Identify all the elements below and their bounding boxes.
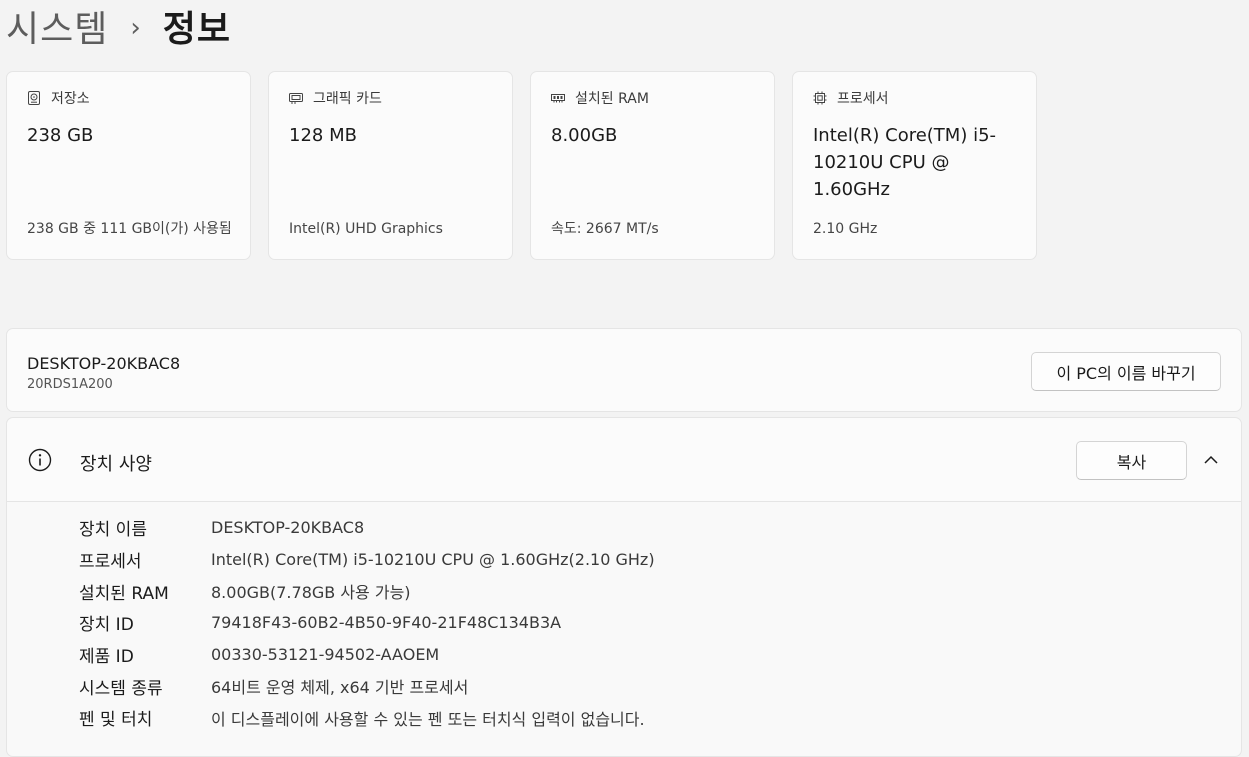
info-icon [28, 448, 52, 472]
spec-value: Intel(R) Core(TM) i5-10210U CPU @ 1.60GH… [211, 550, 655, 570]
page-title: 정보 [162, 9, 232, 50]
chevron-right-icon: › [130, 13, 141, 43]
graphics-card: 그래픽 카드 128 MB Intel(R) UHD Graphics [268, 71, 513, 260]
card-header: 프로세서 [813, 88, 889, 108]
spec-value: DESKTOP-20KBAC8 [211, 518, 365, 538]
device-name-section: DESKTOP-20KBAC8 20RDS1A200 이 PC의 이름 바꾸기 [6, 328, 1242, 412]
rename-pc-button[interactable]: 이 PC의 이름 바꾸기 [1031, 352, 1221, 391]
spec-label: 설치된 RAM [79, 583, 169, 604]
card-title: 그래픽 카드 [313, 91, 382, 107]
card-title: 설치된 RAM [575, 91, 649, 107]
card-header: 설치된 RAM [551, 88, 649, 108]
copy-button[interactable]: 복사 [1076, 441, 1187, 480]
card-subtext: 2.10 GHz [813, 221, 878, 237]
spec-row-installed-ram: 설치된 RAM 8.00GB(7.78GB 사용 가능) [79, 575, 655, 607]
card-title: 프로세서 [837, 91, 889, 107]
spec-label: 장치 ID [79, 615, 134, 636]
spec-row-system-type: 시스템 종류 64비트 운영 체제, x64 기반 프로세서 [79, 670, 655, 702]
processor-card: 프로세서 Intel(R) Core(TM) i5-10210U CPU @ 1… [792, 71, 1037, 260]
card-subtext: Intel(R) UHD Graphics [289, 221, 443, 237]
spec-label: 제품 ID [79, 647, 134, 668]
spec-label: 시스템 종류 [79, 678, 163, 699]
spec-value: 79418F43-60B2-4B50-9F40-21F48C134B3A [211, 613, 562, 633]
breadcrumb: 시스템 › 정보 [6, 2, 231, 50]
card-title: 저장소 [51, 91, 90, 107]
processor-icon [813, 91, 827, 105]
device-specs-header[interactable]: 장치 사양 복사 [7, 418, 1241, 502]
spec-value: 00330-53121-94502-AAOEM [211, 645, 440, 665]
spec-value: 이 디스플레이에 사용할 수 있는 펜 또는 터치식 입력이 없습니다. [211, 709, 645, 729]
card-subtext: 속도: 2667 MT/s [551, 221, 659, 237]
spec-row-device-name: 장치 이름 DESKTOP-20KBAC8 [79, 512, 655, 544]
spec-label: 장치 이름 [79, 520, 147, 541]
spec-value: 8.00GB(7.78GB 사용 가능) [211, 583, 411, 603]
spec-value: 64비트 운영 체제, x64 기반 프로세서 [211, 678, 469, 698]
card-header: 저장소 [27, 88, 90, 108]
spec-label: 프로세서 [79, 552, 142, 573]
spec-row-device-id: 장치 ID 79418F43-60B2-4B50-9F40-21F48C134B… [79, 607, 655, 639]
spec-label: 펜 및 터치 [79, 710, 153, 731]
card-value: 8.00GB [551, 125, 618, 146]
breadcrumb-parent-link[interactable]: 시스템 [6, 0, 108, 52]
ram-card: 설치된 RAM 8.00GB 속도: 2667 MT/s [530, 71, 775, 260]
card-header: 그래픽 카드 [289, 88, 382, 108]
chevron-up-icon[interactable] [1202, 451, 1220, 469]
device-model: 20RDS1A200 [27, 377, 113, 392]
card-value: Intel(R) Core(TM) i5-10210U CPU @ 1.60GH… [813, 125, 997, 200]
device-specs-title: 장치 사양 [80, 454, 152, 475]
spec-row-pen-touch: 펜 및 터치 이 디스플레이에 사용할 수 있는 펜 또는 터치식 입력이 없습… [79, 702, 655, 734]
spec-row-product-id: 제품 ID 00330-53121-94502-AAOEM [79, 639, 655, 671]
ram-icon [551, 94, 565, 103]
device-name: DESKTOP-20KBAC8 [27, 354, 181, 373]
card-value: 238 GB [27, 125, 94, 146]
spec-list: 장치 이름 DESKTOP-20KBAC8 프로세서 Intel(R) Core… [79, 512, 655, 734]
storage-card: 저장소 238 GB 238 GB 중 111 GB이(가) 사용됨 [6, 71, 251, 260]
card-subtext: 238 GB 중 111 GB이(가) 사용됨 [27, 221, 232, 237]
device-specs-panel: 장치 사양 복사 장치 이름 DESKTOP-20KBAC8 프로세서 Inte… [6, 417, 1242, 757]
storage-drive-icon [28, 91, 40, 105]
graphics-card-icon [289, 93, 303, 104]
card-value: 128 MB [289, 125, 357, 146]
spec-row-processor: 프로세서 Intel(R) Core(TM) i5-10210U CPU @ 1… [79, 544, 655, 576]
